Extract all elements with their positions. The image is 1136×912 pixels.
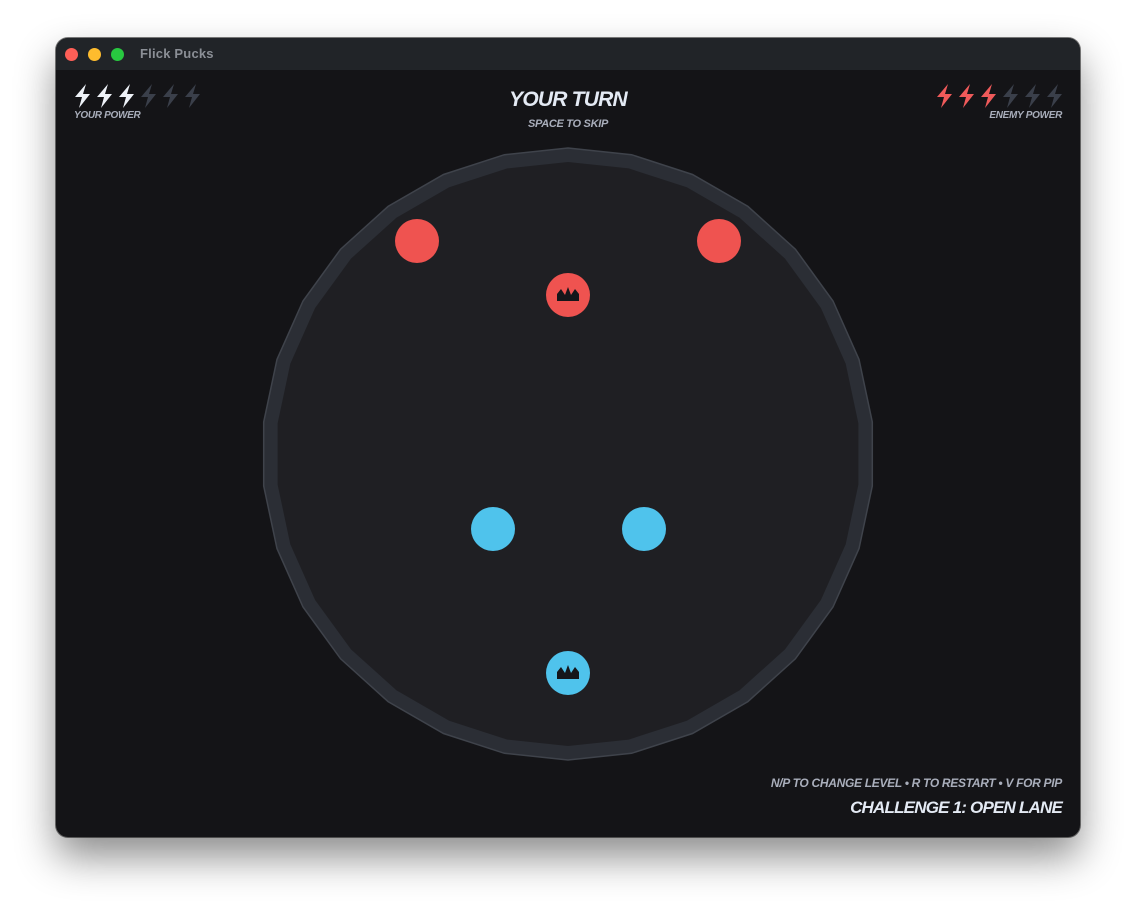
controls-hint: N/P TO CHANGE LEVEL • R TO RESTART • V F… bbox=[770, 776, 1062, 790]
maximize-window-button[interactable] bbox=[111, 48, 124, 61]
player-puck[interactable] bbox=[471, 507, 515, 551]
arena[interactable] bbox=[56, 70, 1080, 837]
turn-indicator: YOUR TURN bbox=[509, 88, 627, 111]
window-title: Flick Pucks bbox=[140, 46, 214, 61]
enemy-puck bbox=[697, 219, 741, 263]
title-bar[interactable]: Flick Pucks bbox=[56, 38, 1080, 70]
level-name: CHALLENGE 1: OPEN LANE bbox=[850, 798, 1063, 817]
player-puck[interactable] bbox=[622, 507, 666, 551]
enemy-puck bbox=[395, 219, 439, 263]
close-window-button[interactable] bbox=[65, 48, 78, 61]
app-window: Flick Pucks YOUR POWER ENEMY POWER YOUR … bbox=[56, 38, 1080, 837]
game-canvas[interactable]: YOUR POWER ENEMY POWER YOUR TURN SPACE T… bbox=[56, 70, 1080, 837]
player-king[interactable] bbox=[546, 651, 590, 695]
skip-hint: SPACE TO SKIP bbox=[527, 118, 609, 130]
enemy-king bbox=[546, 273, 590, 317]
minimize-window-button[interactable] bbox=[88, 48, 101, 61]
